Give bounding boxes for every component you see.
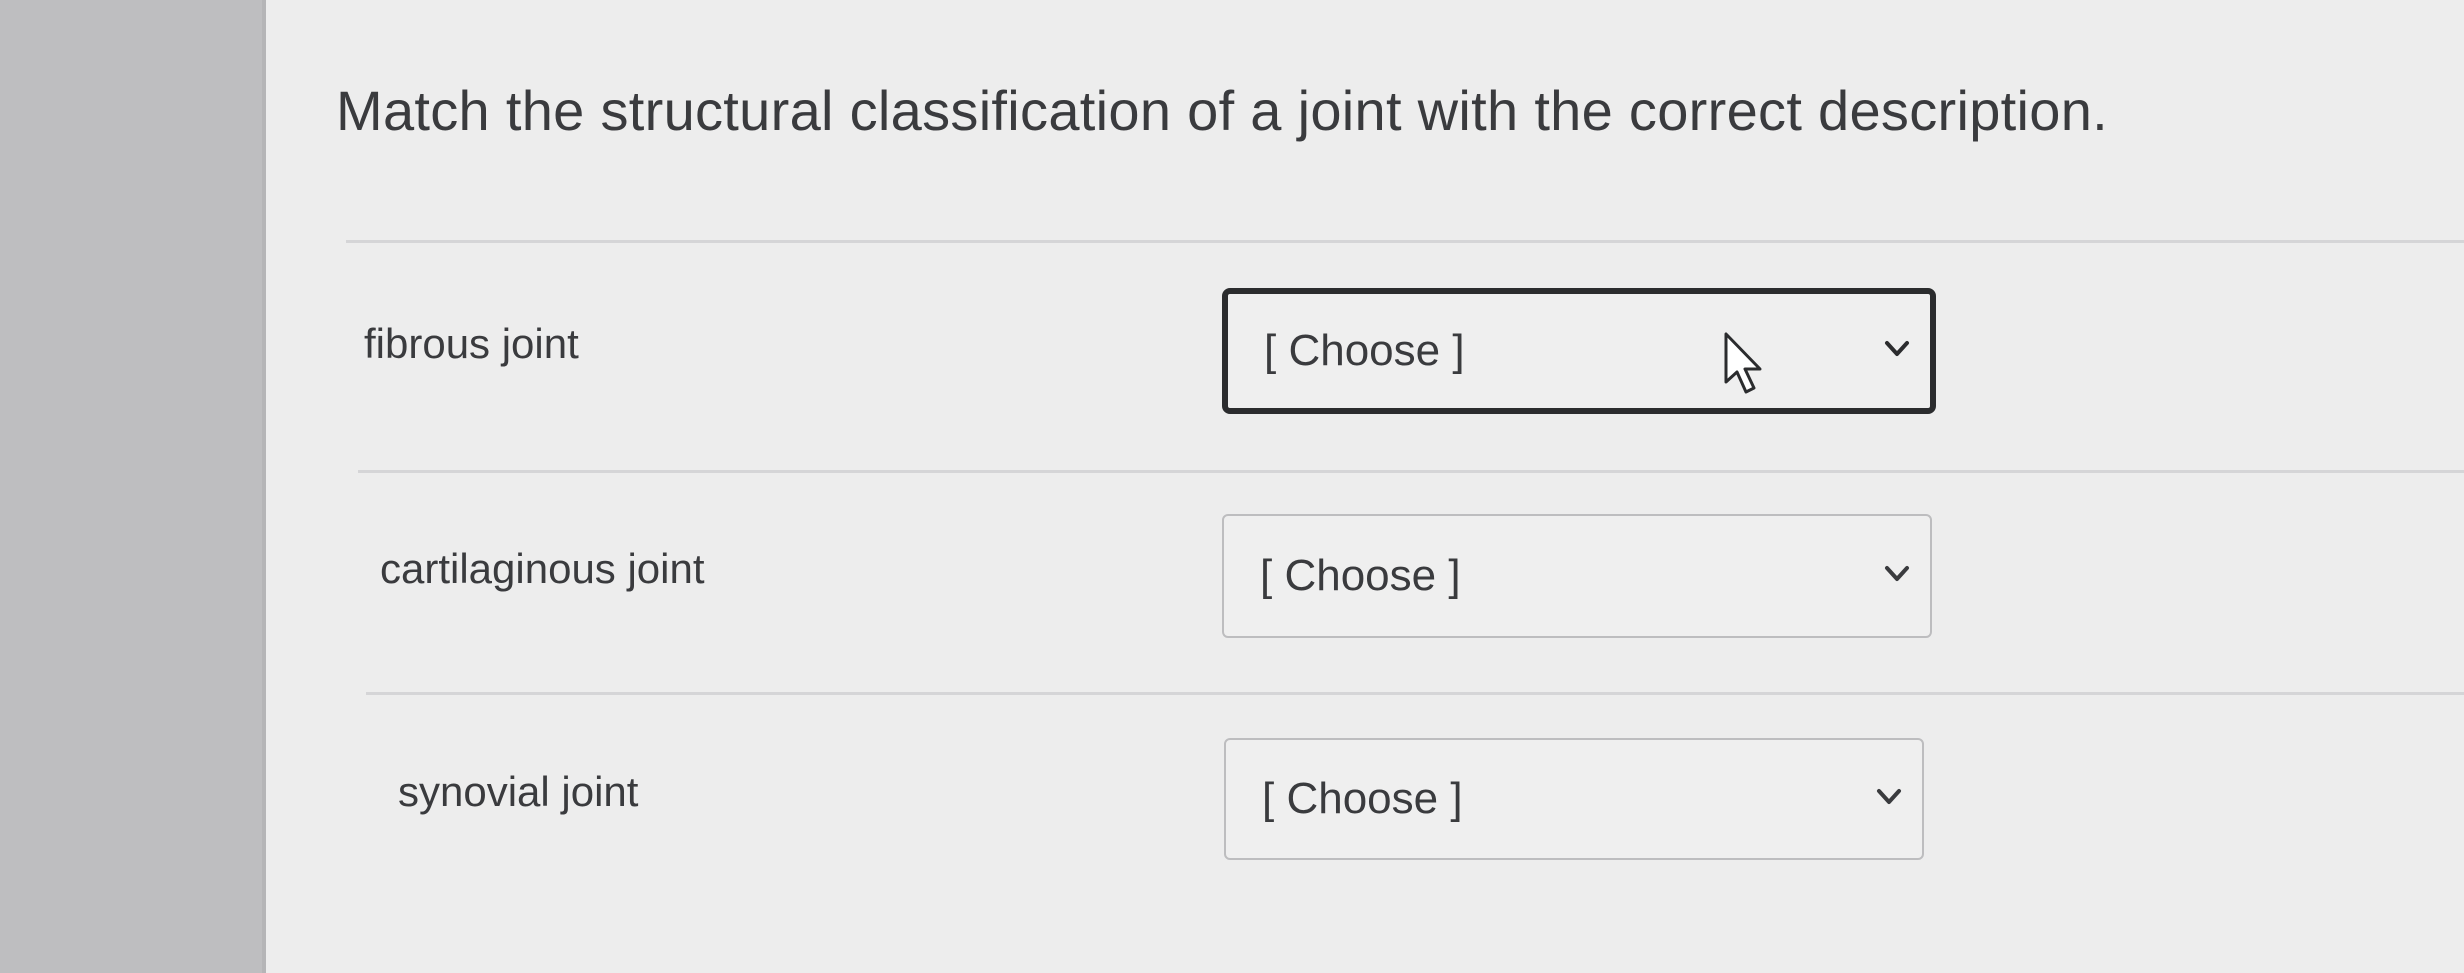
quiz-question-card: Match the structural classification of a…: [262, 0, 2464, 973]
answer-dropdown-fibrous[interactable]: [ Choose ]: [1222, 288, 1936, 414]
page-gutter: [0, 0, 262, 973]
chevron-down-icon: [1885, 341, 1909, 356]
match-label-synovial: synovial joint: [398, 768, 639, 815]
match-label-cartilaginous: cartilaginous joint: [380, 545, 705, 592]
answer-dropdown-cartilaginous[interactable]: [ Choose ]: [1222, 514, 1932, 638]
dropdown-selected-value: [ Choose ]: [1260, 551, 1461, 600]
chevron-down-icon: [1877, 789, 1901, 804]
divider: [366, 692, 2464, 695]
dropdown-selected-value: [ Choose ]: [1264, 326, 1465, 375]
mouse-cursor-icon: [1724, 332, 1762, 394]
dropdown-selected-value: [ Choose ]: [1262, 774, 1463, 823]
divider: [346, 240, 2464, 243]
question-prompt: Match the structural classification of a…: [336, 79, 2109, 142]
answer-dropdown-synovial[interactable]: [ Choose ]: [1224, 738, 1924, 860]
match-label-fibrous: fibrous joint: [364, 320, 579, 367]
divider: [358, 470, 2464, 473]
chevron-down-icon: [1885, 566, 1909, 581]
